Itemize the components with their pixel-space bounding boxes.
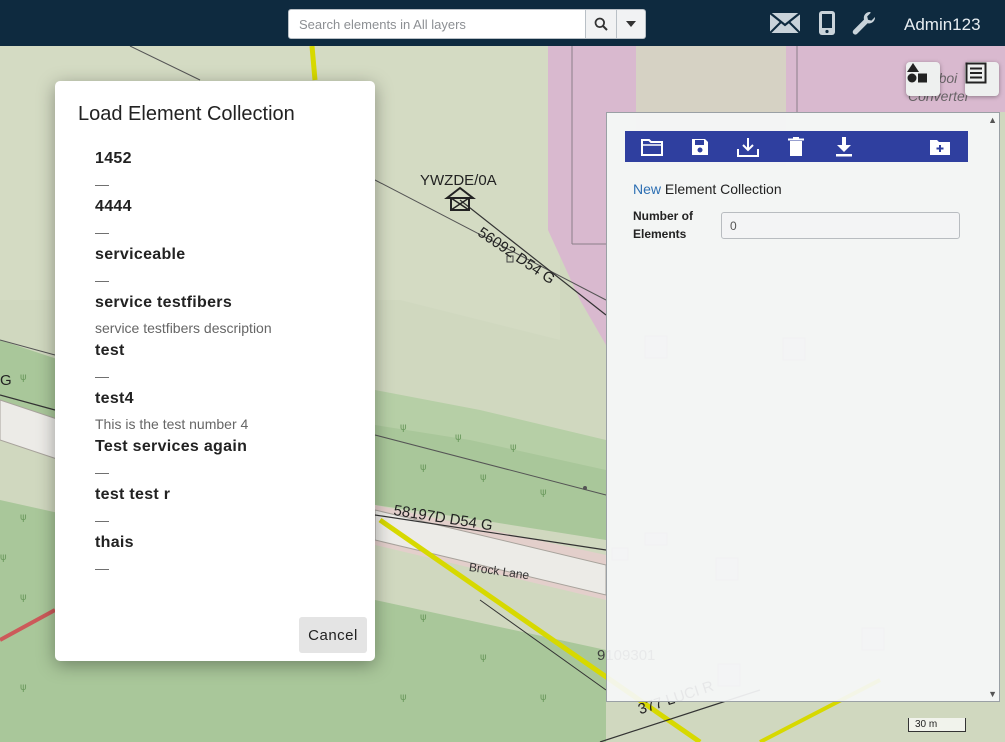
wrench-icon <box>852 11 876 35</box>
collection-description: — <box>95 464 109 480</box>
collection-description: — <box>95 176 109 192</box>
cancel-button[interactable]: Cancel <box>299 617 367 653</box>
top-bar: Admin123 <box>0 0 1005 46</box>
collection-description: This is the test number 4 <box>95 416 249 432</box>
collection-name: test4 <box>95 390 134 407</box>
messages-button[interactable] <box>769 11 801 35</box>
collection-name: serviceable <box>95 246 186 263</box>
collection-item[interactable]: 1452 — <box>95 151 365 199</box>
collection-list: 1452 — 4444 — serviceable — service test… <box>95 151 365 583</box>
search-group <box>288 9 646 39</box>
search-scope-dropdown[interactable] <box>617 9 646 39</box>
collection-name: Test services again <box>95 438 248 455</box>
collection-item[interactable]: 4444 — <box>95 199 365 247</box>
collection-item[interactable]: serviceable — <box>95 247 365 295</box>
collection-name: service testfibers <box>95 294 233 311</box>
collection-item[interactable]: test — <box>95 343 365 391</box>
search-icon <box>594 17 608 31</box>
settings-button[interactable] <box>851 10 877 36</box>
collection-name: test <box>95 342 125 359</box>
collection-name: 4444 <box>95 198 132 215</box>
collection-name: thais <box>95 534 134 551</box>
mail-icon <box>769 12 801 34</box>
collection-item[interactable]: service testfibers service testfibers de… <box>95 295 365 343</box>
caret-down-icon <box>626 21 636 27</box>
collection-description: — <box>95 272 109 288</box>
collection-name: test test r <box>95 486 171 503</box>
mobile-icon <box>819 11 835 35</box>
search-input[interactable] <box>288 9 586 39</box>
dialog-title: Load Element Collection <box>78 103 295 125</box>
user-menu[interactable]: Admin123 <box>904 15 981 35</box>
load-collection-dialog: Load Element Collection 1452 — 4444 — se… <box>55 81 375 661</box>
collection-description: service testfibers description <box>95 320 272 336</box>
collection-item[interactable]: test test r — <box>95 487 365 535</box>
mobile-button[interactable] <box>818 10 836 36</box>
collection-description: — <box>95 368 109 384</box>
collection-description: — <box>95 512 109 528</box>
collection-item[interactable]: Test services again — <box>95 439 365 487</box>
collection-description: — <box>95 224 109 240</box>
search-button[interactable] <box>586 9 617 39</box>
collection-name: 1452 <box>95 150 132 167</box>
collection-description: — <box>95 560 109 576</box>
collection-item[interactable]: test4 This is the test number 4 <box>95 391 365 439</box>
collection-item[interactable]: thais — <box>95 535 365 583</box>
